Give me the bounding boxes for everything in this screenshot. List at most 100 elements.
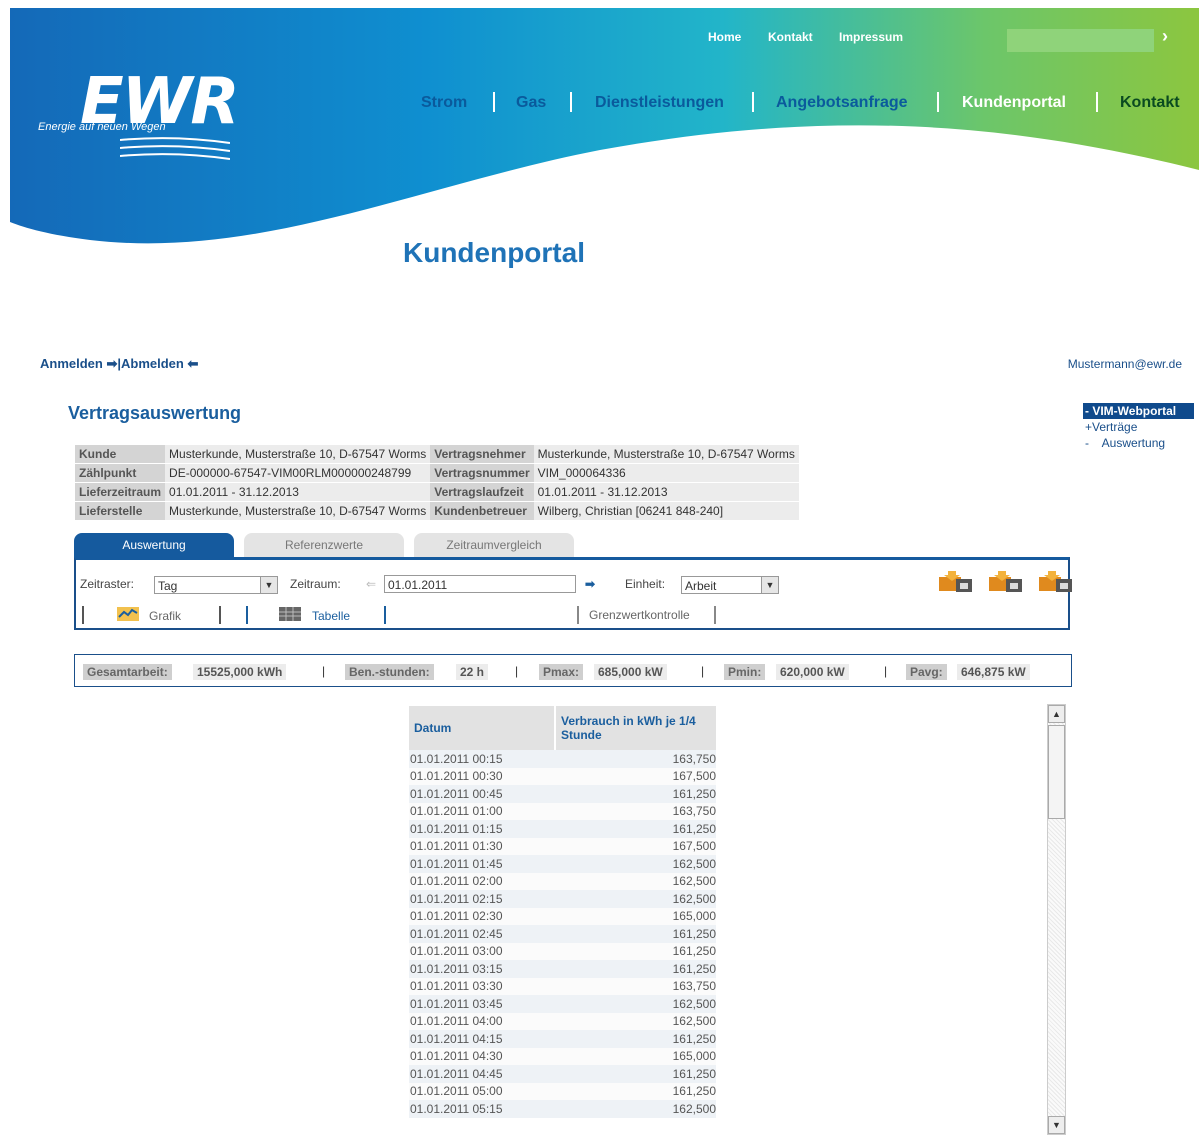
zeitraum-label: Zeitraum: xyxy=(290,577,341,591)
nav-divider xyxy=(1096,92,1098,112)
row-verbrauch: 165,000 xyxy=(555,1047,716,1065)
table-scrollbar[interactable]: ▲ ▼ xyxy=(1047,704,1066,1135)
row-datum: 01.01.2011 03:45 xyxy=(409,995,555,1013)
table-row: 01.01.2011 03:15 161,250 xyxy=(409,960,716,978)
row-verbrauch: 162,500 xyxy=(555,890,716,908)
row-verbrauch: 162,500 xyxy=(555,855,716,873)
info-key: Kundenbetreuer xyxy=(430,501,534,521)
nav-dienstleistungen[interactable]: Dienstleistungen xyxy=(595,94,724,112)
row-verbrauch: 167,500 xyxy=(555,767,716,785)
next-period-icon[interactable]: ➡ xyxy=(585,577,595,591)
row-verbrauch: 163,750 xyxy=(555,750,716,768)
info-row: Lieferstelle Musterkunde, Musterstraße 1… xyxy=(75,501,799,521)
row-verbrauch: 162,500 xyxy=(555,1100,716,1118)
side-menu-auswertung[interactable]: - Auswertung xyxy=(1083,435,1194,451)
info-value: Musterkunde, Musterstraße 10, D-67547 Wo… xyxy=(165,501,431,521)
tab-auswertung[interactable]: Auswertung xyxy=(74,533,234,557)
row-datum: 01.01.2011 04:30 xyxy=(409,1047,555,1065)
row-verbrauch: 161,250 xyxy=(555,960,716,978)
nav-divider xyxy=(493,92,495,112)
search-go-button[interactable]: › xyxy=(1162,26,1168,47)
view-divider xyxy=(219,606,221,624)
row-verbrauch: 161,250 xyxy=(555,942,716,960)
tab-referenzwerte[interactable]: Referenzwerte xyxy=(244,533,404,557)
row-verbrauch: 161,250 xyxy=(555,820,716,838)
nav-strom[interactable]: Strom xyxy=(421,94,467,112)
row-verbrauch: 161,250 xyxy=(555,785,716,803)
info-row: Kunde Musterkunde, Musterstraße 10, D-67… xyxy=(75,445,799,464)
scroll-down-arrow-icon[interactable]: ▼ xyxy=(1048,1116,1065,1134)
scroll-up-arrow-icon[interactable]: ▲ xyxy=(1048,705,1065,723)
info-value: Musterkunde, Musterstraße 10, D-67547 Wo… xyxy=(165,445,431,464)
row-datum: 01.01.2011 01:30 xyxy=(409,837,555,855)
table-icon xyxy=(279,607,301,621)
logout-link[interactable]: Abmelden xyxy=(121,356,184,371)
summary-label: Ben.-stunden: xyxy=(345,664,434,680)
top-link-home[interactable]: Home xyxy=(708,30,741,44)
csv-export-icon[interactable] xyxy=(988,569,1024,593)
zeitraum-input[interactable]: 01.01.2011 xyxy=(384,575,576,593)
einheit-value: Arbeit xyxy=(685,579,717,593)
contract-info-table: Kunde Musterkunde, Musterstraße 10, D-67… xyxy=(75,445,799,521)
nav-kundenportal[interactable]: Kundenportal xyxy=(962,94,1066,112)
row-verbrauch: 163,750 xyxy=(555,977,716,995)
zeitraster-value: Tag xyxy=(158,579,178,593)
logo-wave-lines xyxy=(120,137,230,160)
view-divider xyxy=(82,606,84,624)
chevron-down-icon: ▼ xyxy=(761,577,778,593)
info-value: VIM_000064336 xyxy=(533,463,799,483)
tab-zeitraumvergleich[interactable]: Zeitraumvergleich xyxy=(414,533,574,557)
table-header-row: Datum Verbrauch in kWh je 1/4 Stunde xyxy=(409,706,716,750)
table-row: 01.01.2011 02:45 161,250 xyxy=(409,925,716,943)
view-grafik-link[interactable]: Grafik xyxy=(149,609,181,623)
page-title: Kundenportal xyxy=(403,237,585,268)
info-key: Vertragslaufzeit xyxy=(430,482,534,502)
table-row: 01.01.2011 04:00 162,500 xyxy=(409,1012,716,1030)
prev-period-icon[interactable]: ⇐ xyxy=(366,577,376,591)
view-divider xyxy=(384,606,386,624)
search-input[interactable] xyxy=(1007,29,1154,52)
scrollbar-thumb[interactable] xyxy=(1048,725,1065,819)
info-value: DE-000000-67547-VIM00RLM000000248799 xyxy=(165,463,431,483)
row-datum: 01.01.2011 02:15 xyxy=(409,890,555,908)
row-datum: 01.01.2011 05:15 xyxy=(409,1100,555,1118)
nav-kontakt[interactable]: Kontakt xyxy=(1120,94,1180,112)
column-header-verbrauch[interactable]: Verbrauch in kWh je 1/4 Stunde xyxy=(554,706,716,750)
login-link[interactable]: Anmelden xyxy=(40,356,103,371)
row-verbrauch: 161,250 xyxy=(555,1030,716,1048)
top-link-kontakt[interactable]: Kontakt xyxy=(768,30,813,44)
info-row: Zählpunkt DE-000000-67547-VIM00RLM000000… xyxy=(75,463,799,483)
view-divider xyxy=(577,606,579,624)
row-verbrauch: 161,250 xyxy=(555,925,716,943)
row-datum: 01.01.2011 03:30 xyxy=(409,977,555,995)
nav-angebotsanfrage[interactable]: Angebotsanfrage xyxy=(776,94,908,112)
arrow-right-icon: ➡ xyxy=(106,356,118,371)
column-header-datum[interactable]: Datum xyxy=(409,706,555,750)
einheit-select[interactable]: Arbeit ▼ xyxy=(681,576,779,594)
row-datum: 01.01.2011 01:15 xyxy=(409,820,555,838)
summary-label: Pmin: xyxy=(724,664,766,680)
row-datum: 01.01.2011 02:30 xyxy=(409,907,555,925)
row-datum: 01.01.2011 00:30 xyxy=(409,767,555,785)
row-datum: 01.01.2011 00:15 xyxy=(409,750,555,768)
nav-gas[interactable]: Gas xyxy=(516,94,546,112)
side-menu-webportal[interactable]: - VIM-Webportal xyxy=(1083,403,1194,419)
zeitraster-select[interactable]: Tag ▼ xyxy=(154,576,278,594)
summary-value: 685,000 kW xyxy=(594,664,667,680)
row-verbrauch: 162,500 xyxy=(555,1012,716,1030)
table-row: 01.01.2011 00:45 161,250 xyxy=(409,785,716,803)
view-tabelle-link[interactable]: Tabelle xyxy=(312,609,350,623)
top-link-impressum[interactable]: Impressum xyxy=(839,30,903,44)
xls-export-icon[interactable] xyxy=(938,569,974,593)
row-verbrauch: 167,500 xyxy=(555,837,716,855)
info-key: Lieferzeitraum xyxy=(75,482,166,502)
row-verbrauch: 165,000 xyxy=(555,907,716,925)
side-menu-vertraege[interactable]: +Verträge xyxy=(1083,419,1194,435)
pdf-export-icon[interactable] xyxy=(1038,569,1074,593)
table-row: 01.01.2011 00:15 163,750 xyxy=(409,750,716,768)
einheit-label: Einheit: xyxy=(625,577,666,591)
view-grenzwert-link[interactable]: Grenzwertkontrolle xyxy=(589,608,690,622)
table-row: 01.01.2011 01:00 163,750 xyxy=(409,802,716,820)
user-email[interactable]: Mustermann@ewr.de xyxy=(1068,357,1182,371)
row-datum: 01.01.2011 01:00 xyxy=(409,802,555,820)
